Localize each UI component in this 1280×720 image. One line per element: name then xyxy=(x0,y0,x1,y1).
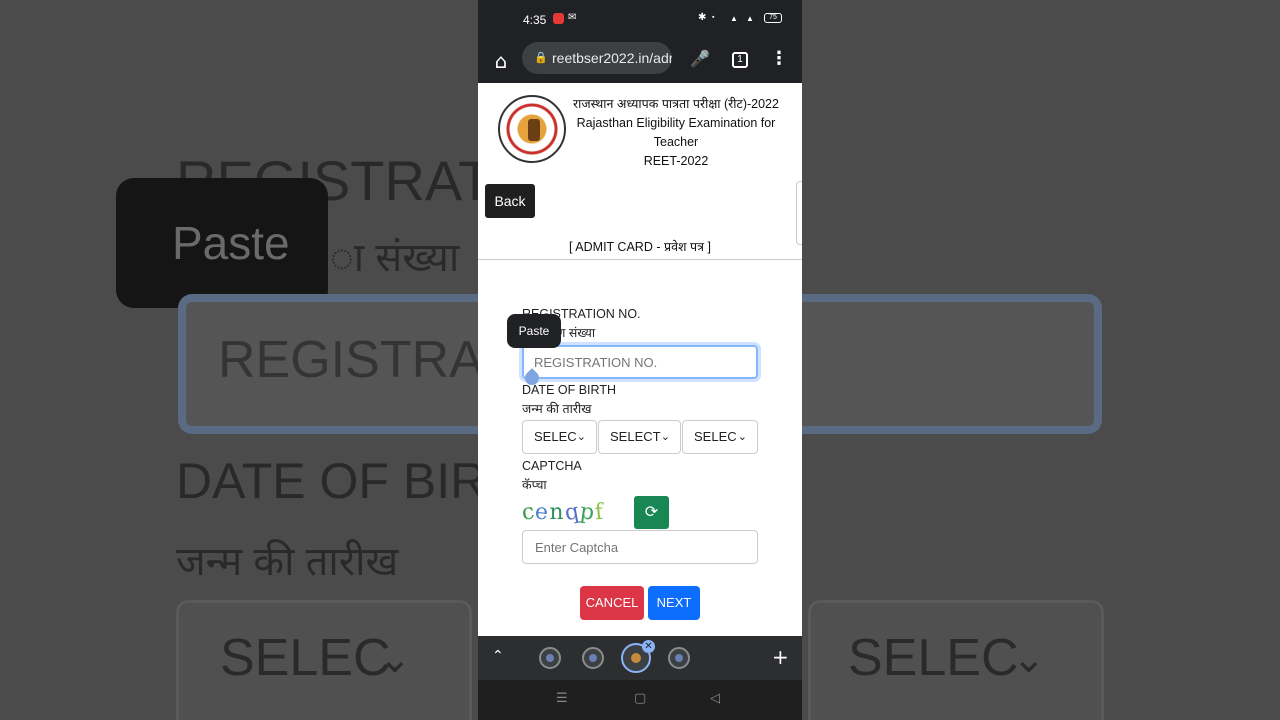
record-icon xyxy=(553,13,564,24)
bg-hindi-text: ा संख्या xyxy=(330,236,460,280)
captcha-input[interactable] xyxy=(522,530,758,564)
background-left: REGISTRATION N Paste ा संख्या REGISTRATI… xyxy=(0,0,478,720)
chevron-down-icon: ⌄ xyxy=(737,431,747,443)
chevron-down-icon: ⌄ xyxy=(576,431,586,443)
url-bar[interactable]: 🔒 reetbser2022.in/adr xyxy=(522,42,672,74)
signal-icon: ▲ xyxy=(730,14,738,23)
status-bar: 4:35 ✉ ✱ ▪ ▲ ▲ 75 xyxy=(478,0,802,38)
bg-chevron-icon-right: ⌄ xyxy=(1012,637,1046,681)
captcha-label-hindi: कॅप्चा xyxy=(522,478,547,492)
status-time: 4:35 xyxy=(523,13,547,27)
speed-icon: ▪ xyxy=(712,14,715,21)
back-button[interactable]: Back xyxy=(485,184,535,218)
mail-icon: ✉ xyxy=(568,12,577,23)
microphone-icon[interactable]: 🎤 xyxy=(690,49,710,68)
bg-select-text: SELEC xyxy=(220,629,391,687)
section-title: [ ADMIT CARD - प्रवेश पत्र ] xyxy=(569,240,711,254)
battery-icon: 75 xyxy=(764,13,782,23)
more-menu-icon[interactable]: ⋮ xyxy=(770,48,788,70)
bg-dob-text: DATE OF BIRTH xyxy=(176,453,478,509)
bg-paste-popup: Paste xyxy=(116,178,328,308)
captcha-image: cenqpf xyxy=(520,498,605,527)
close-tab-icon[interactable]: ✕ xyxy=(642,640,655,653)
dob-label-hindi: जन्म की तारीख xyxy=(522,402,592,416)
header-exam: REET-2022 xyxy=(643,154,709,168)
header-hindi: राजस्थान अध्यापक पात्रता परीक्षा (रीट)-2… xyxy=(573,97,779,111)
new-tab-icon[interactable]: + xyxy=(772,645,789,669)
tab-switcher-button[interactable]: 1 xyxy=(732,52,748,68)
home-nav-icon[interactable]: ▢ xyxy=(634,691,646,706)
bg-paste-label: Paste xyxy=(172,217,290,269)
tab-thumbnail[interactable] xyxy=(668,647,690,669)
url-text: reetbser2022.in/adr xyxy=(552,50,672,66)
dob-month-select[interactable]: SELECT ⌄ xyxy=(598,420,681,454)
back-nav-icon[interactable]: ◁ xyxy=(710,691,720,706)
next-button[interactable]: NEXT xyxy=(648,586,700,620)
dob-year-value: SELEC xyxy=(694,429,737,444)
chevron-up-icon[interactable]: ⌃ xyxy=(492,648,504,664)
dob-month-value: SELECT xyxy=(610,429,661,444)
home-icon[interactable]: ⌂ xyxy=(490,50,512,72)
bluetooth-icon: ✱ xyxy=(698,12,707,23)
tab-thumbnail[interactable] xyxy=(539,647,561,669)
web-page: राजस्थान अध्यापक पात्रता परीक्षा (रीट)-2… xyxy=(478,83,802,636)
bg-chevron-icon: ⌄ xyxy=(378,637,412,681)
scroll-indicator xyxy=(796,181,802,245)
paste-button[interactable]: Paste xyxy=(507,314,561,348)
board-logo xyxy=(498,95,566,163)
captcha-label: CAPTCHA xyxy=(522,459,582,473)
bg-input-text: REGISTRATIO xyxy=(218,331,478,389)
phone-screen: 4:35 ✉ ✱ ▪ ▲ ▲ 75 ⌂ 🔒 reetbser2022.in/ad… xyxy=(478,0,802,720)
dob-year-select[interactable]: SELEC ⌄ xyxy=(682,420,758,454)
tab-thumbnail[interactable] xyxy=(582,647,604,669)
refresh-icon: ⟳ xyxy=(644,504,659,521)
dob-day-select[interactable]: SELEC ⌄ xyxy=(522,420,597,454)
background-right: SELEC ⌄ xyxy=(802,0,1280,720)
browser-toolbar: ⌂ 🔒 reetbser2022.in/adr 🎤 1 ⋮ xyxy=(478,38,802,83)
registration-input[interactable] xyxy=(522,345,758,379)
divider xyxy=(478,259,802,260)
bg-select-text-right: SELEC xyxy=(848,629,1019,687)
recents-icon[interactable]: ☰ xyxy=(556,691,568,706)
dob-day-value: SELEC xyxy=(534,429,577,444)
system-nav-bar: ☰ ▢ ◁ xyxy=(478,680,802,720)
bg-input-box-right xyxy=(802,294,1102,434)
bg-dob-hindi-text: जन्म की तारीख xyxy=(176,540,399,584)
cancel-button[interactable]: CANCEL xyxy=(580,586,644,620)
refresh-captcha-button[interactable]: ⟳ xyxy=(634,496,669,529)
signal2-icon: ▲ xyxy=(746,14,754,23)
page-header: राजस्थान अध्यापक पात्रता परीक्षा (रीट)-2… xyxy=(564,95,788,171)
dob-label: DATE OF BIRTH xyxy=(522,383,616,397)
tab-strip: ⌃ ✕ + xyxy=(478,636,802,680)
lock-icon: 🔒 xyxy=(534,52,548,64)
header-english: Rajasthan Eligibility Examination for Te… xyxy=(576,116,776,149)
chevron-down-icon: ⌄ xyxy=(660,431,670,443)
